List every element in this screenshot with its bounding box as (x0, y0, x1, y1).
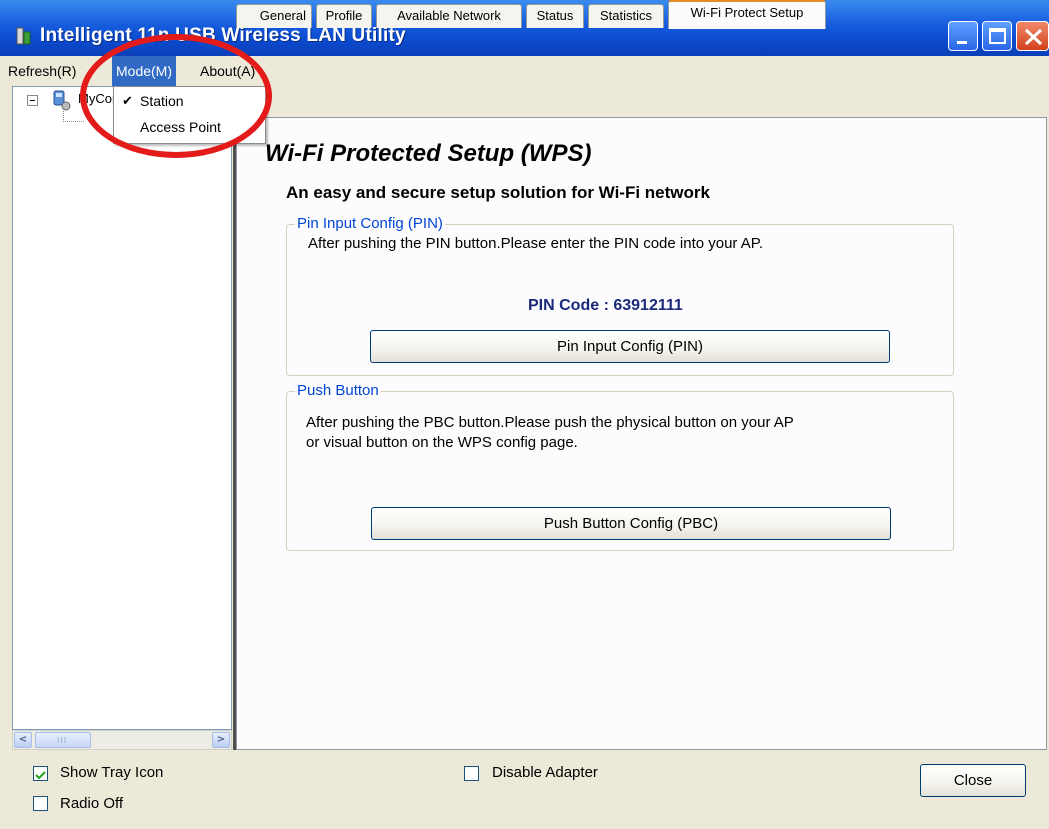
menu-item-access-point-label: Access Point (140, 119, 221, 135)
show-tray-icon-checkbox[interactable] (33, 766, 48, 781)
tab-status[interactable]: Status (526, 4, 584, 28)
disable-adapter-label: Disable Adapter (492, 764, 598, 781)
menu-bar: Refresh(R) Mode(M) About(A) (0, 56, 1049, 86)
tree-horizontal-scrollbar[interactable]: < III > (12, 730, 232, 750)
scroll-right-icon[interactable]: > (212, 732, 230, 748)
pbc-group-legend: Push Button (295, 382, 381, 399)
app-window: Intelligent 11n USB Wireless LAN Utility… (0, 0, 1049, 829)
disable-adapter-checkbox[interactable] (464, 766, 479, 781)
radio-off-label: Radio Off (60, 795, 124, 812)
wireless-app-icon (16, 27, 31, 45)
pbc-instruction-line2: or visual button on the WPS config page. (306, 434, 578, 451)
tab-general[interactable]: General (236, 4, 312, 28)
mode-dropdown-menu: ✔ Station Access Point (113, 86, 266, 144)
page-title: Wi-Fi Protected Setup (WPS) (265, 140, 592, 167)
pin-group-legend: Pin Input Config (PIN) (295, 215, 445, 232)
menu-about[interactable]: About(A) (196, 56, 259, 86)
tab-profile[interactable]: Profile (316, 4, 372, 28)
pin-instruction: After pushing the PIN button.Please ente… (308, 235, 764, 252)
menu-item-access-point[interactable]: Access Point (114, 115, 265, 139)
minimize-button[interactable] (948, 21, 978, 51)
scrollbar-grip-icon: III (57, 736, 68, 745)
menu-item-station-label: Station (140, 93, 184, 109)
show-tray-icon-label: Show Tray Icon (60, 764, 164, 781)
radio-off-checkbox[interactable] (33, 796, 48, 811)
close-icon (1024, 28, 1043, 46)
tree-expander-icon[interactable] (27, 95, 38, 106)
pin-input-config-button[interactable]: Pin Input Config (PIN) (370, 330, 890, 363)
title-bar[interactable]: Intelligent 11n USB Wireless LAN Utility (0, 0, 1049, 56)
scroll-left-icon[interactable]: < (14, 732, 32, 748)
pin-code-label: PIN Code : (528, 297, 614, 314)
tab-statistics[interactable]: Statistics (588, 4, 664, 28)
menu-item-station[interactable]: ✔ Station (114, 89, 265, 113)
tree-connector (63, 109, 84, 122)
pin-code-value: 63912111 (613, 297, 683, 314)
checkmark-icon (35, 771, 46, 780)
close-button[interactable]: Close (920, 764, 1026, 797)
tab-wifi-protect-setup[interactable]: Wi-Fi Protect Setup (668, 0, 826, 29)
minimize-icon (957, 41, 967, 44)
maximize-icon (989, 28, 1006, 44)
tab-available-network[interactable]: Available Network (376, 4, 522, 28)
menu-refresh[interactable]: Refresh(R) (4, 56, 80, 86)
device-tree[interactable]: MyComputer (12, 86, 232, 730)
computer-network-icon (53, 90, 71, 111)
window-title: Intelligent 11n USB Wireless LAN Utility (40, 25, 406, 46)
pin-code-display: PIN Code : 63912111 (528, 297, 683, 315)
maximize-button[interactable] (982, 21, 1012, 51)
push-button-config-button[interactable]: Push Button Config (PBC) (371, 507, 891, 540)
close-window-button[interactable] (1016, 21, 1049, 51)
menu-mode[interactable]: Mode(M) (112, 56, 177, 86)
tree-root-label[interactable]: MyComputer (78, 91, 118, 106)
pbc-instruction-line1: After pushing the PBC button.Please push… (306, 414, 794, 431)
page-subtitle: An easy and secure setup solution for Wi… (286, 183, 710, 202)
check-icon: ✔ (122, 93, 133, 108)
